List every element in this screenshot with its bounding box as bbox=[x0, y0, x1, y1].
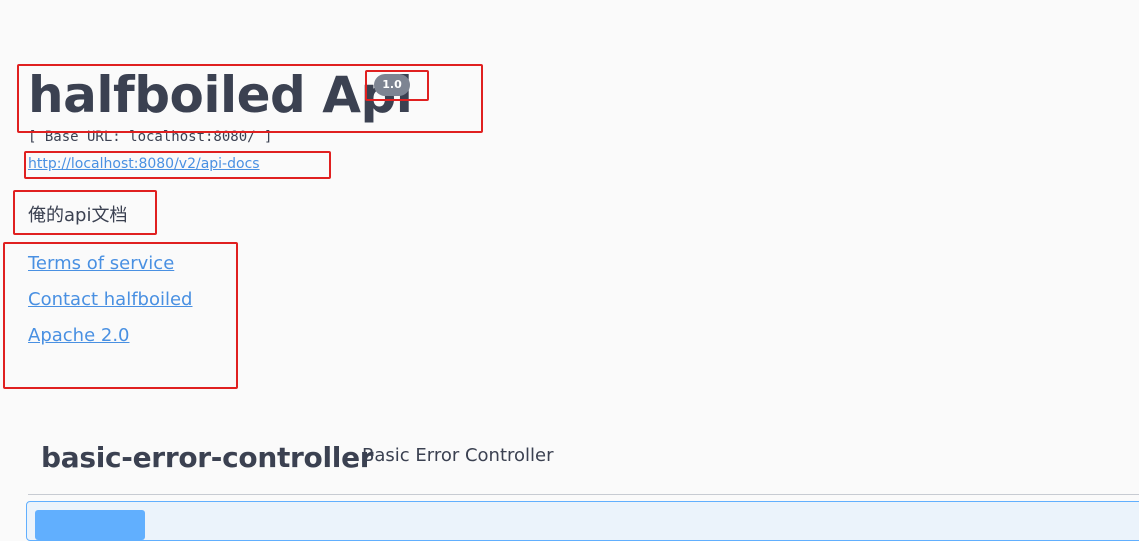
tag-section-header[interactable]: basic-error-controller Basic Error Contr… bbox=[28, 438, 1139, 495]
tag-name: basic-error-controller bbox=[41, 441, 374, 474]
highlight-box-spec-link bbox=[24, 151, 331, 179]
highlight-box-description bbox=[13, 190, 157, 235]
highlight-box-links bbox=[3, 242, 238, 389]
tag-description: Basic Error Controller bbox=[362, 445, 554, 466]
http-method-badge bbox=[35, 510, 145, 540]
operation-block[interactable] bbox=[26, 501, 1139, 541]
highlight-box-version bbox=[365, 70, 429, 101]
